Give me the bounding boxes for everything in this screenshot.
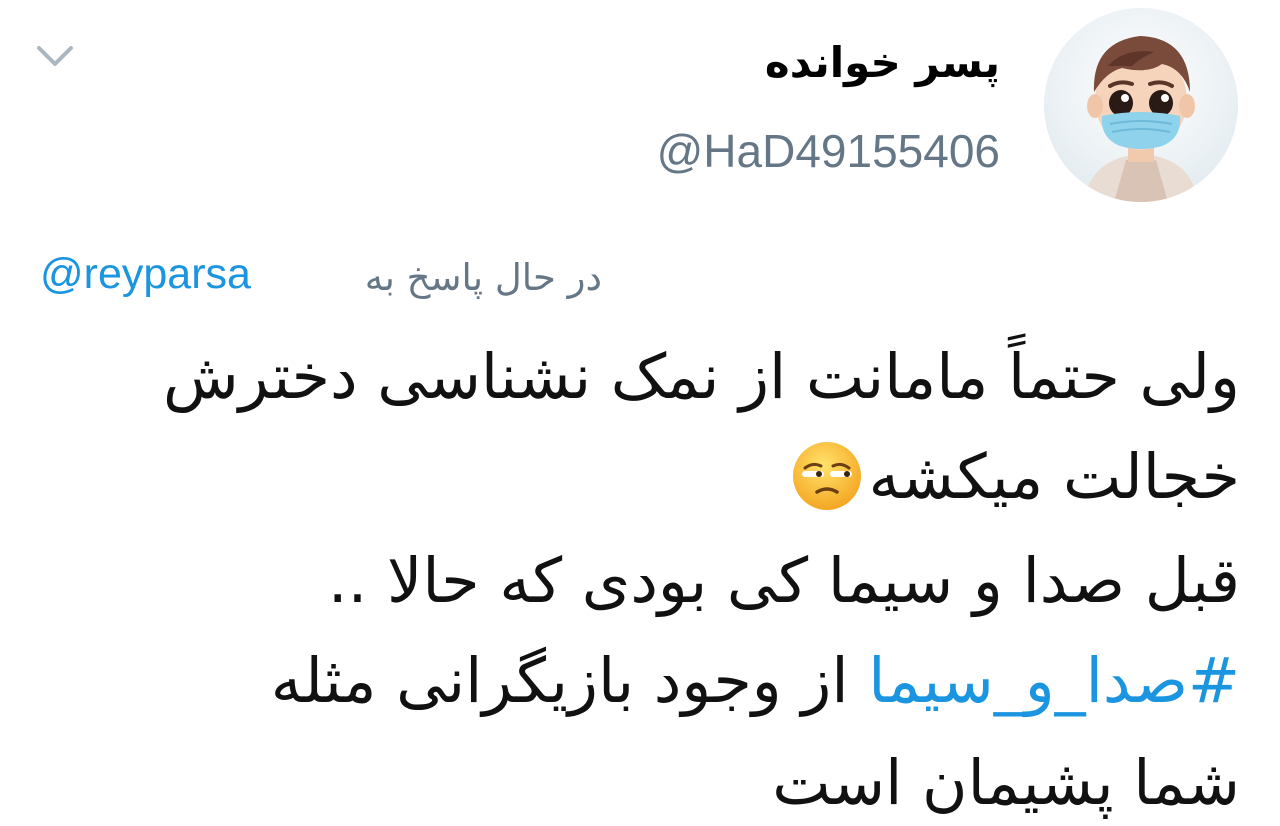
tweet: پسر خوانده @HaD49155406 @reyparsa در حال…: [0, 0, 1280, 826]
reply-label: در حال پاسخ به: [364, 256, 602, 299]
tweet-text-line: خجالت میکشه: [791, 432, 1240, 522]
display-name[interactable]: پسر خوانده: [765, 38, 1000, 87]
unamused-face-emoji: [792, 442, 861, 510]
tweet-text-line: #صدا_و_سیما از وجود بازیگرانی مثله: [271, 636, 1240, 726]
chevron-down-icon[interactable]: [36, 42, 74, 70]
hashtag-link[interactable]: #صدا_و_سیما: [868, 644, 1240, 717]
avatar[interactable]: [1044, 8, 1238, 202]
user-handle[interactable]: @HaD49155406: [657, 124, 1000, 178]
tweet-text-line: قبل صدا و سیما کی بودی که حالا ..: [327, 544, 1240, 617]
avatar-image: [1044, 8, 1238, 202]
tweet-text: خجالت میکشه: [868, 440, 1240, 513]
reply-mention-link[interactable]: @reyparsa: [40, 250, 251, 299]
tweet-text-line: شما پشیمان است: [772, 746, 1240, 819]
tweet-text-line: ولی حتماً مامانت از نمک نشناسی دخترش: [163, 340, 1240, 413]
tweet-text: از وجود بازیگرانی مثله: [270, 644, 869, 717]
